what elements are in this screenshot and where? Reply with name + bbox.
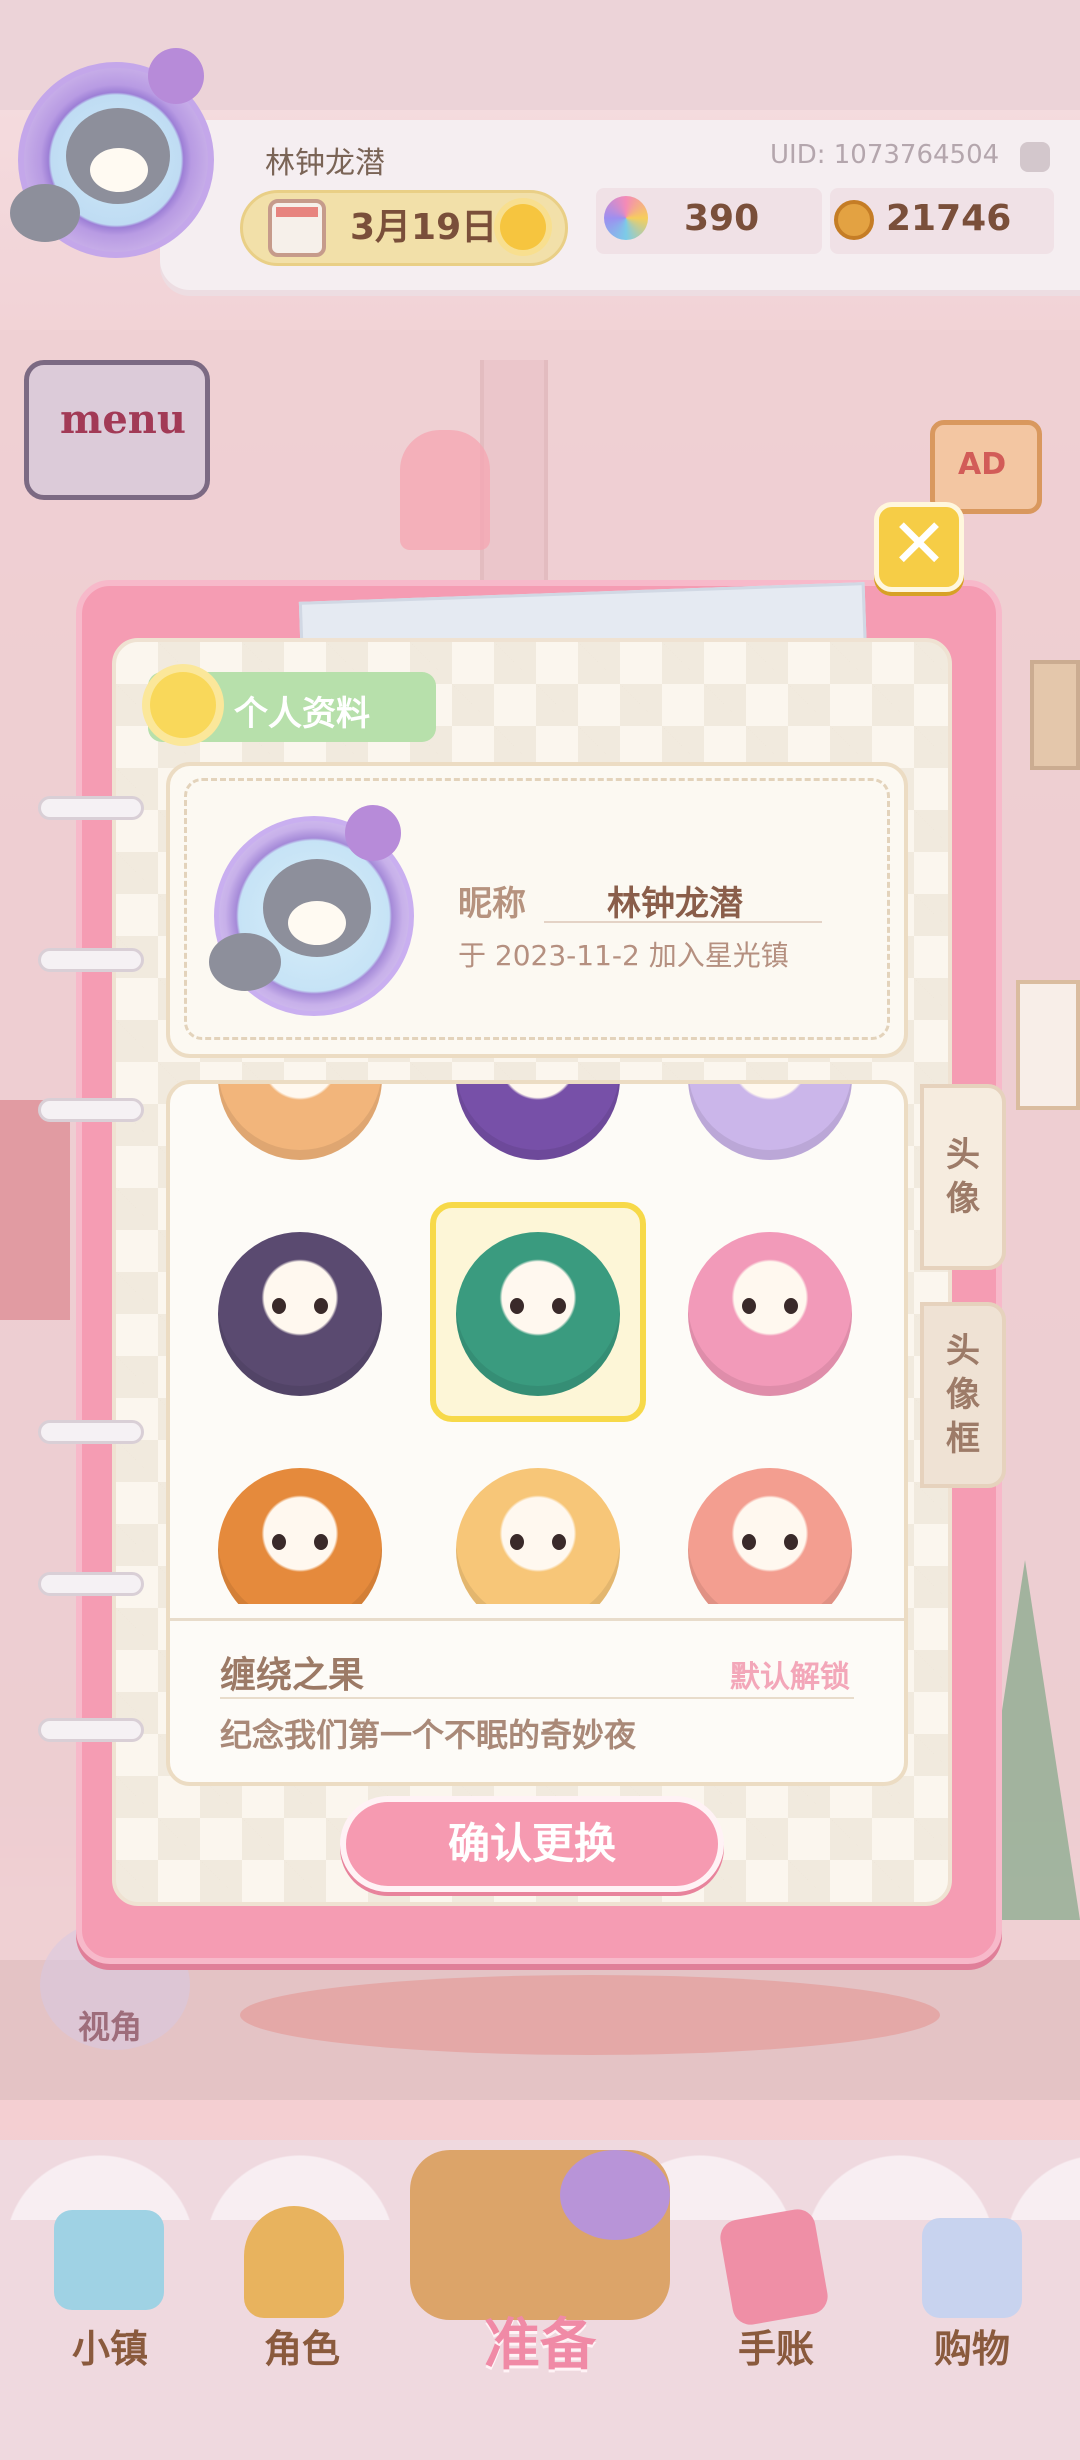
binder-ring <box>38 1420 144 1444</box>
cream-hamster-avatar[interactable] <box>688 1468 852 1604</box>
view-label: 视角 <box>78 2008 143 2046</box>
mummy-avatar[interactable] <box>456 1232 620 1396</box>
binder-ring <box>38 1572 144 1596</box>
name-underline <box>220 1697 854 1699</box>
avatar-description: 纪念我们第一个不眠的奇妙夜 <box>220 1716 637 1754</box>
coin-count: 21746 <box>886 198 1012 239</box>
shopping-bag-icon[interactable] <box>922 2218 1022 2318</box>
kitten-icon <box>209 933 281 991</box>
flower-icon <box>150 672 216 738</box>
hat-icon <box>560 2150 670 2240</box>
top-hud: 林钟龙潜 UID: 1073764504 3月19日 390 21746 <box>0 0 1080 300</box>
pumpkin-avatar[interactable] <box>218 1468 382 1604</box>
eye-decor <box>272 1534 286 1550</box>
journal-icon[interactable] <box>717 2206 831 2328</box>
nav-journal[interactable]: 手账 <box>696 2318 856 2373</box>
grid-divider <box>170 1618 904 1621</box>
confirm-change-label: 确认更换 <box>447 1819 616 1868</box>
eye-decor <box>510 1298 524 1314</box>
eye-decor <box>784 1298 798 1314</box>
binder-ring <box>38 796 144 820</box>
character-icon[interactable] <box>244 2206 344 2318</box>
tab-char: 框 <box>946 1419 980 1459</box>
tab-char: 像 <box>946 1375 980 1415</box>
nickname-underline <box>544 921 822 923</box>
eye-decor <box>314 1298 328 1314</box>
eye-decor <box>552 1534 566 1550</box>
nav-character[interactable]: 角色 <box>222 2318 382 2373</box>
menu-label: menu <box>60 396 186 443</box>
tab-char: 像 <box>946 1179 980 1219</box>
kitten-icon <box>10 184 80 242</box>
eye-decor <box>314 1534 328 1550</box>
pink-bat-avatar[interactable] <box>688 1232 852 1396</box>
tab-avatar[interactable]: 头 像 <box>920 1084 1006 1270</box>
coin-icon <box>834 200 874 240</box>
eye-decor <box>784 1534 798 1550</box>
selected-avatar-name: 缠绕之果 <box>220 1655 365 1696</box>
join-date-text: 于 2023-11-2 加入星光镇 <box>458 939 789 972</box>
date-text: 3月19日 <box>350 207 498 248</box>
tab-char: 头 <box>946 1135 980 1175</box>
cat-face-icon <box>263 859 371 957</box>
tab-char: 头 <box>946 1331 980 1371</box>
dialog-title: 个人资料 <box>234 694 370 734</box>
tab-avatar-frame[interactable]: 头 像 框 <box>920 1302 1006 1488</box>
nickname-label: 昵称 <box>458 884 526 924</box>
ad-label: AD <box>958 447 1007 482</box>
binder-ring <box>38 1718 144 1742</box>
black-cat-avatar[interactable] <box>456 1084 620 1160</box>
binder-ring <box>38 948 144 972</box>
hamster-avatar[interactable] <box>456 1468 620 1604</box>
avatar-grid[interactable] <box>170 1084 904 1604</box>
octopus-hat-icon <box>148 48 204 104</box>
nav-prepare[interactable]: 准备 <box>440 2300 640 2381</box>
nav-shop[interactable]: 购物 <box>892 2318 1052 2373</box>
eye-decor <box>272 1298 286 1314</box>
cat-face-icon <box>66 108 170 204</box>
map-icon[interactable] <box>54 2210 164 2310</box>
calendar-icon <box>268 199 326 257</box>
dog-avatar[interactable] <box>218 1084 382 1160</box>
eye-decor <box>552 1298 566 1314</box>
profile-avatar <box>209 805 414 1016</box>
player-avatar[interactable] <box>10 48 214 258</box>
eye-decor <box>742 1534 756 1550</box>
octopus-hat-icon <box>345 805 401 861</box>
gem-count: 390 <box>684 198 760 239</box>
copy-icon[interactable] <box>1020 142 1050 172</box>
nav-town[interactable]: 小镇 <box>30 2318 190 2373</box>
username: 林钟龙潜 <box>265 146 385 181</box>
reaper-avatar[interactable] <box>218 1232 382 1396</box>
eye-decor <box>510 1534 524 1550</box>
gem-icon <box>604 196 648 240</box>
purple-ghost-avatar[interactable] <box>688 1084 852 1160</box>
nickname-value: 林钟龙潜 <box>607 884 743 924</box>
eye-decor <box>742 1298 756 1314</box>
close-icon: ✕ <box>890 505 948 584</box>
sun-icon <box>500 204 546 250</box>
unlock-status: 默认解锁 <box>730 1660 850 1695</box>
uid-text: UID: 1073764504 <box>770 140 1000 170</box>
binder-ring <box>38 1098 144 1122</box>
